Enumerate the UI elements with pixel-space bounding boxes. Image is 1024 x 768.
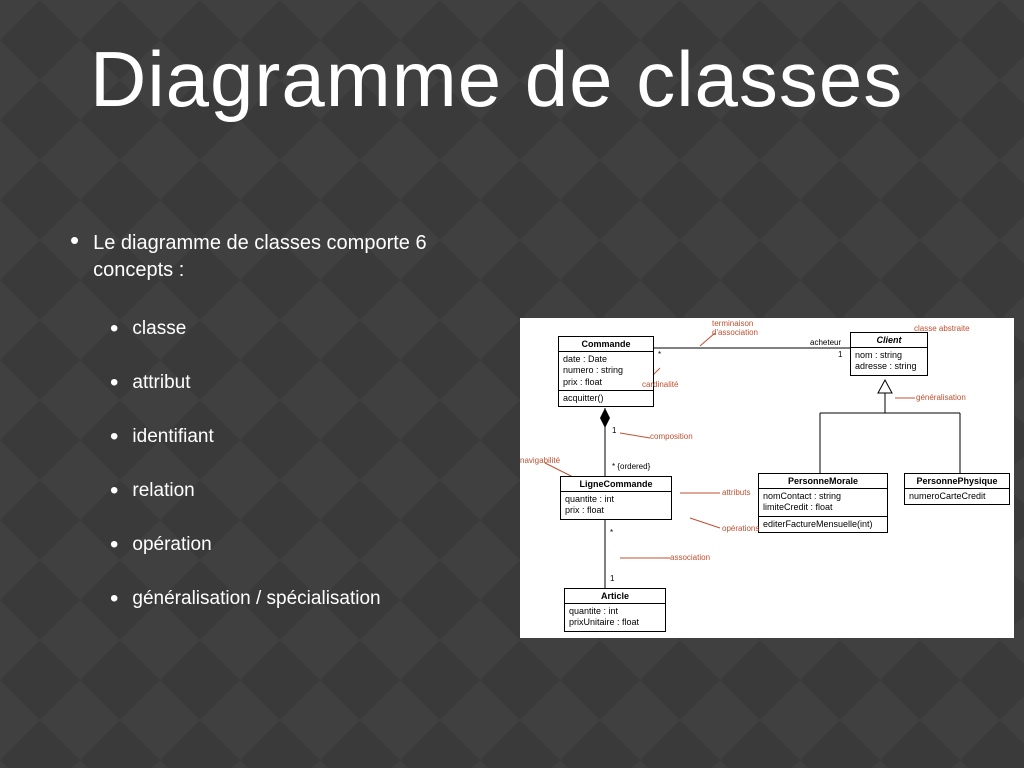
role-acheteur: acheteur	[810, 338, 841, 347]
uml-class-attrs: quantite : int prixUnitaire : float	[565, 604, 665, 631]
annot-operations: opérations	[722, 524, 759, 533]
uml-class-commande: Commande date : Date numero : string pri…	[558, 336, 654, 407]
mult-one: 1	[610, 574, 614, 583]
uml-class-attrs: date : Date numero : string prix : float	[559, 352, 653, 391]
list-item-label: attribut	[132, 372, 190, 394]
list-item: • relation	[110, 480, 490, 502]
bullet-dot-icon: •	[70, 230, 79, 250]
list-item: • attribut	[110, 372, 490, 394]
uml-class-name: Commande	[559, 337, 653, 352]
uml-class-client: Client nom : string adresse : string	[850, 332, 928, 376]
annot-generalisation: généralisation	[916, 393, 966, 402]
mult-star: *	[610, 528, 613, 537]
uml-class-attrs: numeroCarteCredit	[905, 489, 1009, 504]
mult-one: 1	[838, 350, 842, 359]
bullet-dot-icon: •	[110, 430, 118, 444]
uml-class-article: Article quantite : int prixUnitaire : fl…	[564, 588, 666, 632]
uml-class-ops: acquitter()	[559, 391, 653, 406]
list-item: • classe	[110, 318, 490, 340]
uml-diagram: Commande date : Date numero : string pri…	[520, 318, 1014, 638]
annot-terminaison: terminaison d'association	[712, 320, 782, 338]
list-item-label: opération	[132, 534, 211, 556]
uml-class-physique: PersonnePhysique numeroCarteCredit	[904, 473, 1010, 505]
list-item-label: identifiant	[132, 426, 213, 448]
uml-class-name: Client	[851, 333, 927, 348]
uml-class-ops: editerFactureMensuelle(int)	[759, 517, 887, 532]
mult-ordered: * {ordered}	[612, 462, 650, 471]
uml-class-name: Article	[565, 589, 665, 604]
uml-class-name: PersonneMorale	[759, 474, 887, 489]
uml-class-ligne: LigneCommande quantite : int prix : floa…	[560, 476, 672, 520]
list-item-label: classe	[132, 318, 186, 340]
bullet-dot-icon: •	[110, 376, 118, 390]
mult-one: 1	[612, 426, 616, 435]
bullet-dot-icon: •	[110, 592, 118, 606]
mult-star: *	[658, 350, 661, 359]
annot-association: association	[670, 553, 710, 562]
uml-class-attrs: nomContact : string limiteCredit : float	[759, 489, 887, 517]
intro-bullet: • Le diagramme de classes comporte 6 con…	[70, 230, 490, 284]
list-item: • identifiant	[110, 426, 490, 448]
bullet-dot-icon: •	[110, 484, 118, 498]
annot-cardinalite: cardinalité	[642, 380, 678, 389]
uml-class-attrs: nom : string adresse : string	[851, 348, 927, 375]
concept-list: • classe • attribut • identifiant • relation…	[110, 318, 490, 610]
page-title: Diagramme de classes	[90, 34, 1024, 125]
bullet-dot-icon: •	[110, 538, 118, 552]
uml-class-morale: PersonneMorale nomContact : string limit…	[758, 473, 888, 533]
annot-composition: composition	[650, 432, 693, 441]
list-item: • opération	[110, 534, 490, 556]
list-item-label: généralisation / spécialisation	[132, 588, 380, 610]
list-item-label: relation	[132, 480, 194, 502]
uml-class-name: LigneCommande	[561, 477, 671, 492]
annot-attributs: attributs	[722, 488, 750, 497]
intro-text: Le diagramme de classes comporte 6 conce…	[93, 230, 490, 284]
bullet-dot-icon: •	[110, 322, 118, 336]
content-area: • Le diagramme de classes comporte 6 con…	[70, 230, 490, 642]
list-item: • généralisation / spécialisation	[110, 588, 490, 610]
uml-class-attrs: quantite : int prix : float	[561, 492, 671, 519]
uml-class-name: PersonnePhysique	[905, 474, 1009, 489]
annot-classe-abstraite: classe abstraite	[914, 324, 970, 333]
annot-navigabilite: navigabilité	[520, 456, 560, 465]
